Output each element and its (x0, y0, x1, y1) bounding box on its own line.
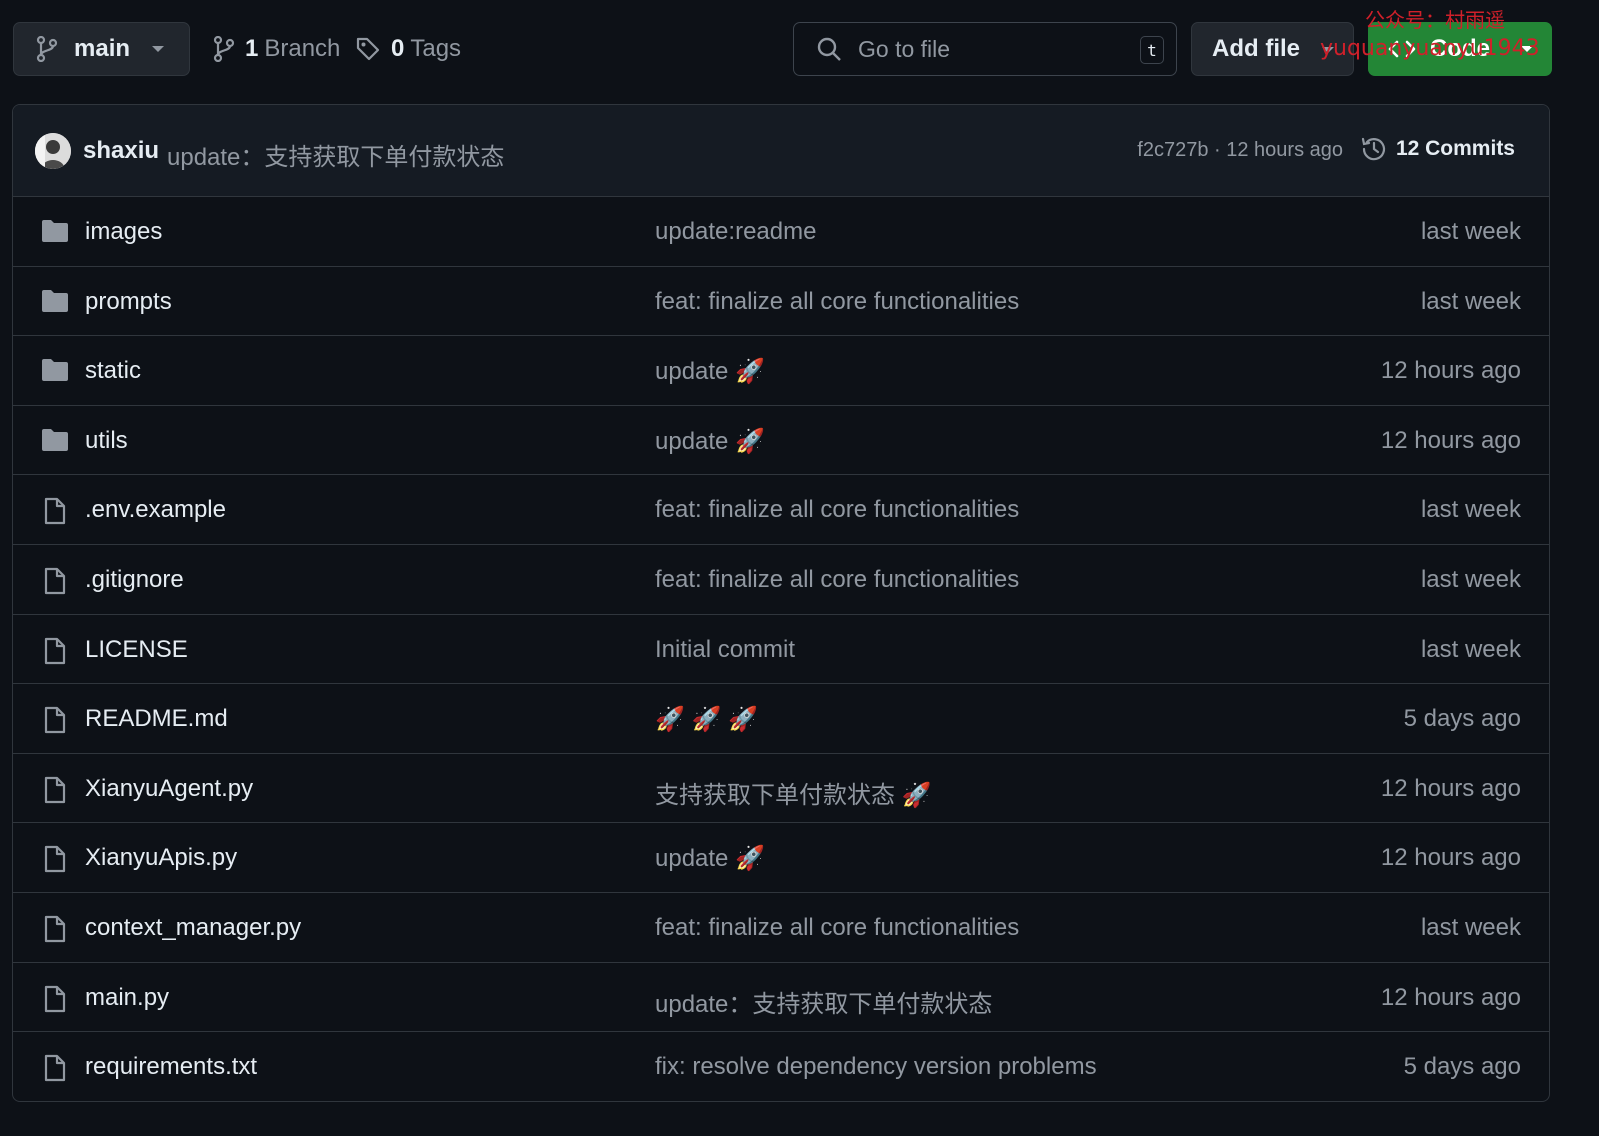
folder-icon (40, 219, 70, 243)
file-commit-age: 5 days ago (1403, 705, 1521, 733)
file-commit-age: last week (1420, 496, 1521, 524)
file-commit-age: last week (1420, 913, 1521, 941)
go-to-file-search[interactable]: t (793, 22, 1177, 76)
commits-link[interactable]: 12 Commits (1360, 135, 1515, 163)
file-commit-age: 12 hours ago (1380, 357, 1521, 385)
file-name-link[interactable]: prompts (85, 288, 172, 316)
file-commit-age: 12 hours ago (1380, 844, 1521, 872)
add-file-label: Add file (1212, 35, 1300, 62)
file-row[interactable]: images update:readme last week (13, 197, 1549, 267)
file-name-link[interactable]: .gitignore (85, 566, 184, 594)
file-name-link[interactable]: XianyuApis.py (85, 844, 237, 872)
git-branch-icon (36, 36, 58, 62)
file-icon (40, 497, 70, 525)
file-name-link[interactable]: XianyuAgent.py (85, 775, 253, 803)
folder-icon (40, 358, 70, 382)
file-name-link[interactable]: images (85, 218, 162, 246)
file-row[interactable]: .env.example feat: finalize all core func… (13, 475, 1549, 545)
file-commit-age: 12 hours ago (1380, 426, 1521, 454)
file-icon (40, 1054, 70, 1082)
file-commit-age: 12 hours ago (1380, 774, 1521, 802)
git-branch-icon (213, 36, 235, 62)
file-commit-message[interactable]: feat: finalize all core functionalities (655, 566, 1019, 594)
file-row[interactable]: utils update 🚀 12 hours ago (13, 406, 1549, 476)
file-row[interactable]: XianyuApis.py update 🚀 12 hours ago (13, 823, 1549, 893)
file-row[interactable]: README.md 🚀 🚀 🚀 5 days ago (13, 684, 1549, 754)
file-name-link[interactable]: context_manager.py (85, 914, 301, 942)
file-icon (40, 567, 70, 595)
file-commit-age: 5 days ago (1403, 1053, 1521, 1081)
file-row[interactable]: requirements.txt fix: resolve dependency … (13, 1032, 1549, 1101)
file-row[interactable]: LICENSE Initial commit last week (13, 615, 1549, 685)
file-commit-age: last week (1420, 635, 1521, 663)
file-commit-message[interactable]: Initial commit (655, 636, 795, 664)
avatar[interactable] (35, 133, 71, 169)
file-commit-message[interactable]: feat: finalize all core functionalities (655, 496, 1019, 524)
file-commit-age: last week (1420, 218, 1521, 245)
file-row[interactable]: static update 🚀 12 hours ago (13, 336, 1549, 406)
file-name-link[interactable]: main.py (85, 984, 169, 1012)
file-row[interactable]: prompts feat: finalize all core functiona… (13, 267, 1549, 337)
tag-label: Tags (410, 35, 462, 62)
branch-name: main (74, 35, 131, 62)
file-commit-age: 12 hours ago (1380, 983, 1521, 1011)
folder-icon (40, 428, 70, 452)
chevron-down-icon (151, 44, 165, 54)
folder-icon (40, 289, 70, 313)
branch-selector-button[interactable]: main (13, 22, 190, 76)
file-icon (40, 776, 70, 804)
tag-icon (355, 36, 381, 62)
commit-message[interactable]: update：支持获取下单付款状态 (167, 137, 504, 172)
file-icon (40, 706, 70, 734)
file-browser: shaxiu update：支持获取下单付款状态 f2c727b · 12 ho… (12, 104, 1550, 1102)
file-name-link[interactable]: .env.example (85, 496, 226, 524)
file-commit-age: last week (1420, 287, 1521, 315)
commit-author[interactable]: shaxiu (83, 137, 159, 165)
commits-count: 12 Commits (1395, 137, 1515, 160)
file-name-link[interactable]: utils (85, 427, 128, 455)
branch-label: Branch (264, 35, 341, 62)
file-commit-message[interactable]: 支持获取下单付款状态 🚀 (655, 775, 932, 810)
tag-count: 0 (391, 35, 405, 62)
file-commit-message[interactable]: update 🚀 (655, 357, 765, 386)
file-row[interactable]: context_manager.py feat: finalize all cor… (13, 893, 1549, 963)
branch-count: 1 (245, 35, 259, 62)
file-icon (40, 845, 70, 873)
file-commit-message[interactable]: 🚀 🚀 🚀 (655, 705, 758, 734)
file-icon (40, 985, 70, 1013)
file-icon (40, 637, 70, 665)
file-name-link[interactable]: README.md (85, 705, 228, 733)
file-commit-message[interactable]: update 🚀 (655, 427, 765, 456)
file-commit-message[interactable]: update:readme (655, 218, 816, 246)
shortcut-hint: t (1140, 36, 1164, 64)
file-row[interactable]: XianyuAgent.py 支持获取下单付款状态 🚀 12 hours ago (13, 754, 1549, 824)
file-commit-message[interactable]: update：支持获取下单付款状态 (655, 984, 992, 1019)
file-commit-message[interactable]: fix: resolve dependency version problems (655, 1053, 1097, 1081)
tags-link[interactable]: 0 Tags (355, 22, 461, 76)
file-row[interactable]: main.py update：支持获取下单付款状态 12 hours ago (13, 963, 1549, 1033)
file-row[interactable]: .gitignore feat: finalize all core functi… (13, 545, 1549, 615)
commit-sha-time[interactable]: f2c727b · 12 hours ago (1137, 139, 1343, 162)
watermark-text: 公众号：村雨遥 (1365, 8, 1505, 32)
file-name-link[interactable]: LICENSE (85, 636, 188, 664)
file-name-link[interactable]: requirements.txt (85, 1053, 257, 1081)
file-commit-message[interactable]: update 🚀 (655, 844, 765, 873)
watermark-text: yuquanyuanyu1943 (1320, 36, 1540, 61)
file-icon (40, 915, 70, 943)
file-commit-age: last week (1420, 565, 1521, 593)
file-commit-message[interactable]: feat: finalize all core functionalities (655, 288, 1019, 316)
file-name-link[interactable]: static (85, 357, 141, 385)
search-icon (816, 36, 842, 62)
branches-link[interactable]: 1 Branch (213, 22, 340, 76)
latest-commit-bar: shaxiu update：支持获取下单付款状态 f2c727b · 12 ho… (13, 105, 1549, 197)
history-icon (1360, 135, 1388, 163)
search-input[interactable] (856, 34, 1130, 64)
file-commit-message[interactable]: feat: finalize all core functionalities (655, 914, 1019, 942)
